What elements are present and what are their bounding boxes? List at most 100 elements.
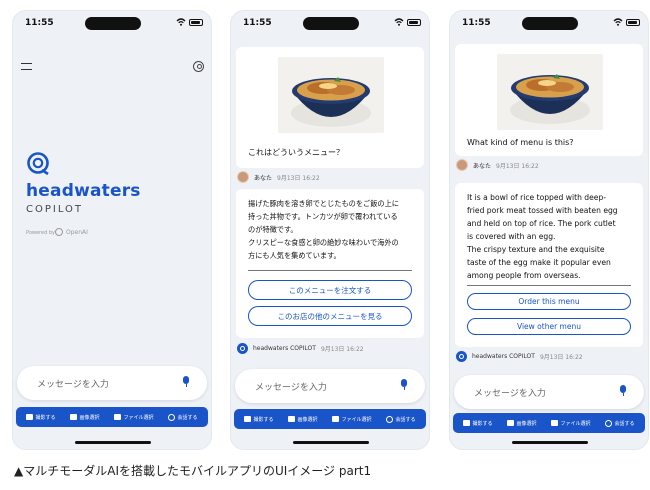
- camera-button[interactable]: 撮影する: [463, 420, 493, 427]
- status-time: 11:55: [25, 18, 54, 28]
- message-input[interactable]: メッセージを入力: [454, 375, 644, 409]
- user-name: あなた: [473, 162, 492, 170]
- image-select-button[interactable]: 画像選択: [288, 416, 318, 423]
- wifi-icon: [613, 18, 623, 26]
- message-input-placeholder: メッセージを入力: [37, 380, 109, 390]
- action-toolbar: 撮影する 画像選択 ファイル選択 会話する: [234, 409, 426, 429]
- bot-name: headwaters COPILOT: [253, 344, 316, 352]
- image-select-button[interactable]: 画像選択: [70, 414, 100, 421]
- battery-icon: [189, 18, 203, 26]
- status-icons: [394, 18, 421, 26]
- order-menu-button[interactable]: Order this menu: [467, 293, 631, 310]
- headset-icon: [386, 415, 394, 423]
- camera-label: 撮影する: [35, 414, 56, 421]
- image-select-label: 画像選択: [516, 420, 537, 427]
- status-time: 11:55: [462, 18, 491, 28]
- headset-icon: [168, 413, 176, 421]
- user-question-text: What kind of menu is this?: [467, 138, 574, 147]
- answer-divider: [248, 270, 412, 271]
- order-menu-button[interactable]: このメニューを注文する: [248, 280, 412, 300]
- battery-icon: [407, 18, 421, 26]
- openai-icon: [55, 228, 63, 236]
- status-bar: 11:55: [13, 11, 211, 37]
- bot-answer-text: It is a bowl of rice topped with deep- f…: [467, 193, 618, 280]
- voice-button[interactable]: 会話する: [605, 419, 635, 427]
- user-avatar: [456, 159, 468, 171]
- user-meta: あなた 9月13日 16:22: [456, 159, 539, 171]
- camera-button[interactable]: 撮影する: [26, 414, 56, 421]
- image-select-button[interactable]: 画像選択: [507, 420, 537, 427]
- user-name: あなた: [254, 174, 273, 182]
- camera-button[interactable]: 撮影する: [244, 416, 274, 423]
- bot-meta: headwaters COPILOT 9月13日 16:22: [237, 342, 364, 354]
- phone-chat-en: 11:55 What kind of menu is this? あなた 9月1…: [449, 10, 649, 450]
- folder-icon: [114, 414, 122, 420]
- message-input-placeholder: メッセージを入力: [255, 383, 327, 393]
- status-icons: [613, 18, 640, 26]
- bot-answer-text: 揚げた豚肉を溶き卵でとじたものをご飯の上に 持った丼物です。トンカツが卵で覆われ…: [248, 199, 399, 260]
- camera-label: 撮影する: [472, 420, 493, 427]
- image-icon: [288, 416, 296, 422]
- file-select-button[interactable]: ファイル選択: [114, 414, 154, 421]
- voice-label: 会話する: [395, 416, 416, 423]
- view-other-menu-button[interactable]: このお店の他のメニューを見る: [248, 306, 412, 326]
- file-select-label: ファイル選択: [123, 414, 154, 421]
- image-icon: [507, 420, 515, 426]
- folder-icon: [551, 420, 559, 426]
- powered-by-label: Powered by: [26, 230, 55, 236]
- camera-icon: [244, 416, 252, 422]
- notch: [522, 17, 578, 30]
- bot-timestamp: 9月13日 16:22: [320, 345, 364, 353]
- action-toolbar: 撮影する 画像選択 ファイル選択 会話する: [16, 407, 208, 427]
- mic-icon[interactable]: [401, 379, 407, 390]
- file-select-label: ファイル選択: [560, 420, 591, 427]
- katsudon-photo: [278, 57, 384, 133]
- user-question-text: これはどういうメニュー？: [248, 148, 344, 157]
- file-select-button[interactable]: ファイル選択: [551, 420, 591, 427]
- home-indicator: [75, 441, 151, 444]
- camera-label: 撮影する: [253, 416, 274, 423]
- bot-timestamp: 9月13日 16:22: [539, 353, 583, 361]
- file-select-label: ファイル選択: [341, 416, 372, 423]
- message-input-placeholder: メッセージを入力: [474, 389, 546, 399]
- view-other-menu-button[interactable]: View other menu: [467, 318, 631, 335]
- phone-splash-screen: 11:55 headwaters COPILOT Powered by Open…: [12, 10, 212, 450]
- figure-caption: ▲マルチモーダルAIを搭載したモバイルアプリのUIイメージ part1: [14, 464, 372, 478]
- katsudon-photo: [497, 54, 603, 130]
- status-bar: 11:55: [231, 11, 429, 37]
- answer-divider: [467, 285, 631, 286]
- mic-icon[interactable]: [183, 376, 189, 387]
- message-input[interactable]: メッセージを入力: [17, 366, 207, 400]
- folder-icon: [332, 416, 340, 422]
- status-icons: [176, 18, 203, 26]
- bot-answer-card: 揚げた豚肉を溶き卵でとじたものをご飯の上に 持った丼物です。トンカツが卵で覆われ…: [236, 189, 424, 338]
- status-bar: 11:55: [450, 11, 648, 37]
- wifi-icon: [176, 18, 186, 26]
- bot-avatar: [456, 350, 467, 362]
- mic-icon[interactable]: [620, 385, 626, 396]
- home-indicator: [512, 441, 588, 444]
- voice-button[interactable]: 会話する: [386, 415, 416, 423]
- voice-label: 会話する: [614, 420, 635, 427]
- home-indicator: [293, 441, 369, 444]
- file-select-button[interactable]: ファイル選択: [332, 416, 372, 423]
- image-select-label: 画像選択: [297, 416, 318, 423]
- phone-chat-jp: 11:55 これはどういうメニュー？ あなた 9月13日 16:22 揚げた豚肉…: [230, 10, 430, 450]
- user-timestamp: 9月13日 16:22: [277, 174, 320, 182]
- notch: [303, 17, 359, 30]
- image-icon: [70, 414, 78, 420]
- user-question-card: これはどういうメニュー？: [236, 47, 424, 168]
- bot-answer-card: It is a bowl of rice topped with deep- f…: [455, 183, 643, 347]
- voice-button[interactable]: 会話する: [168, 413, 198, 421]
- user-avatar: [237, 171, 249, 183]
- account-icon[interactable]: [193, 61, 204, 72]
- message-input[interactable]: メッセージを入力: [235, 369, 425, 403]
- camera-icon: [463, 420, 471, 426]
- menu-icon[interactable]: [21, 63, 32, 70]
- headset-icon: [605, 419, 613, 427]
- user-timestamp: 9月13日 16:22: [496, 162, 539, 170]
- wifi-icon: [394, 18, 404, 26]
- user-meta: あなた 9月13日 16:22: [237, 171, 320, 183]
- user-question-card: What kind of menu is this?: [455, 44, 643, 156]
- brand-title: headwaters: [26, 181, 141, 201]
